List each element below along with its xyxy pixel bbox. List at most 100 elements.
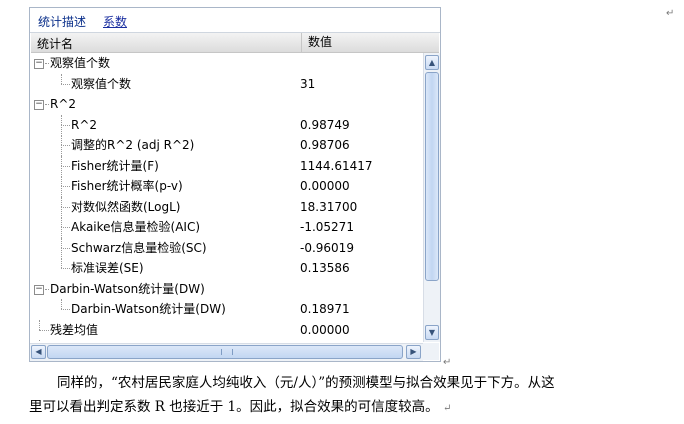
row-label: Fisher统计概率(p-v): [71, 179, 183, 193]
tree-table-body: − 观察值个数 观察值个数 31− R^2 R^2 0.98749 调整的R^2 (adj R…: [30, 53, 423, 341]
body-text-line-2: 里可以看出判定系数 R 也接近于 1。因此，拟合效果的可信度较高。 ↵: [29, 396, 451, 420]
row-label: Akaike信息量检验(AIC): [71, 220, 201, 234]
row-label: 残差绝对值均值: [50, 340, 134, 341]
row-label: 观察值个数: [71, 76, 132, 91]
table-row[interactable]: Schwarz信息量检验(SC) -0.96019: [30, 237, 423, 259]
body-text: 同样的，“农村居民家庭人均纯收入（元/人）”的预测模型与拟合效果见于下方。从这: [57, 375, 555, 391]
row-label: R^2: [50, 97, 77, 111]
tree-connector: [39, 329, 49, 331]
row-value: 0.13586: [300, 261, 350, 275]
tree-connector: [61, 206, 70, 208]
scroll-up-button[interactable]: ▲: [425, 55, 439, 70]
tree-connector: [61, 227, 62, 238]
tree-connector: [61, 124, 62, 136]
collapse-icon[interactable]: −: [34, 59, 44, 69]
row-value: 0.18971: [300, 302, 350, 316]
row-value: -0.96019: [300, 240, 354, 255]
collapse-icon[interactable]: −: [34, 284, 44, 295]
row-label: R^2: [71, 117, 98, 132]
row-value: 0.00000: [300, 179, 350, 193]
row-value: 0.98706: [300, 138, 350, 152]
statistics-panel: 统计描述 系数 统计名 数值 − 观察值个数 观察值个数 31− R^2 R^2 0.987…: [29, 7, 441, 362]
table-row[interactable]: 残差绝对值均值 0.00000: [30, 340, 423, 341]
scroll-down-button[interactable]: ▼: [425, 325, 439, 340]
thumb-grip-icon: [221, 349, 233, 355]
row-label: Fisher统计量(F): [71, 158, 159, 173]
row-label: Darbin-Watson统计量(DW): [50, 281, 205, 296]
scroll-right-button[interactable]: ▶: [406, 345, 421, 359]
tree-connector: [61, 165, 62, 177]
row-value: 1144.61417: [300, 158, 373, 173]
return-mark: ↵: [666, 8, 675, 19]
tree-connector: [61, 227, 70, 228]
row-value: 31: [300, 76, 316, 91]
tree-connector: [61, 186, 62, 197]
row-label: Schwarz信息量检验(SC): [71, 240, 207, 255]
tree-connector: [61, 237, 62, 248]
table-row[interactable]: Fisher统计概率(p-v) 0.00000: [30, 176, 423, 197]
row-value: 0.98749: [300, 117, 350, 132]
table-row[interactable]: − R^2: [30, 94, 423, 114]
body-text: 里可以看出判定系数 R 也接近于 1。因此，拟合效果的可信度较高。: [29, 399, 439, 415]
table-row[interactable]: R^2 0.98749: [30, 114, 423, 136]
tree-connector: [61, 83, 70, 85]
tab-bar: 统计描述 系数: [30, 8, 440, 33]
tree-connector: [61, 247, 70, 249]
tree-connector: [39, 319, 40, 330]
table-row[interactable]: 调整的R^2 (adj R^2) 0.98706: [30, 135, 423, 156]
column-header-name[interactable]: 统计名: [37, 35, 73, 52]
tree-connector: [39, 340, 40, 341]
tree-connector: [61, 165, 70, 167]
row-value: 18.31700: [300, 199, 358, 214]
row-label: Darbin-Watson统计量(DW): [71, 302, 226, 316]
tab-statistics-description[interactable]: 统计描述: [38, 13, 86, 30]
tree-connector: [61, 155, 62, 166]
table-row[interactable]: − 观察值个数: [30, 53, 423, 73]
tree-connector: [61, 135, 62, 145]
table-row[interactable]: 标准误差(SE) 0.13586: [30, 258, 423, 278]
row-label: 调整的R^2 (adj R^2): [71, 138, 195, 152]
scrollbar-corner: [423, 343, 439, 360]
table-row[interactable]: Fisher统计量(F) 1144.61417: [30, 155, 423, 177]
tab-coefficients[interactable]: 系数: [103, 13, 127, 30]
table-row[interactable]: 对数似然函数(LogL) 18.31700: [30, 196, 423, 218]
row-label: 残差均值: [50, 322, 99, 337]
column-header-value[interactable]: 数值: [301, 33, 332, 52]
table-header: 统计名 数值: [31, 33, 439, 53]
row-label: 对数似然函数(LogL): [71, 199, 181, 214]
tree-connector: [61, 217, 62, 227]
tree-connector: [61, 186, 70, 187]
table-row[interactable]: 观察值个数 31: [30, 73, 423, 94]
row-value: 0.00000: [300, 322, 350, 337]
tree-connector: [61, 176, 62, 186]
tree-connector: [45, 288, 49, 290]
tree-connector: [45, 104, 49, 105]
tree-connector: [61, 299, 62, 309]
tree-connector: [45, 63, 49, 64]
tree-connector: [61, 145, 62, 156]
horizontal-scrollbar[interactable]: ◀ ▶: [30, 343, 423, 361]
row-label: 观察值个数: [50, 56, 111, 70]
tree-connector: [61, 73, 62, 84]
collapse-icon[interactable]: −: [34, 100, 44, 110]
body-text-line-1: 同样的，“农村居民家庭人均纯收入（元/人）”的预测模型与拟合效果见于下方。从这: [29, 372, 555, 394]
return-mark: ↵: [443, 357, 452, 368]
table-row[interactable]: Darbin-Watson统计量(DW) 0.18971: [30, 299, 423, 319]
table-row[interactable]: 残差均值 0.00000: [30, 319, 423, 340]
row-value: 0.00000: [300, 340, 350, 341]
table-row[interactable]: Akaike信息量检验(AIC) -1.05271: [30, 217, 423, 238]
row-value: -1.05271: [300, 220, 354, 234]
tree-connector: [61, 247, 62, 259]
tree-connector: [61, 206, 62, 218]
horizontal-scroll-thumb[interactable]: [47, 345, 403, 359]
row-label: 标准误差(SE): [71, 261, 144, 275]
return-mark: ↵: [442, 403, 452, 414]
scroll-left-button[interactable]: ◀: [31, 345, 46, 359]
tree-connector: [61, 268, 70, 269]
table-row[interactable]: − Darbin-Watson统计量(DW): [30, 279, 423, 299]
vertical-scrollbar[interactable]: ▲ ▼: [423, 53, 440, 342]
tree-connector: [61, 309, 70, 310]
vertical-scroll-thumb[interactable]: [425, 72, 439, 281]
tree-connector: [61, 145, 70, 146]
tree-connector: [61, 196, 62, 207]
